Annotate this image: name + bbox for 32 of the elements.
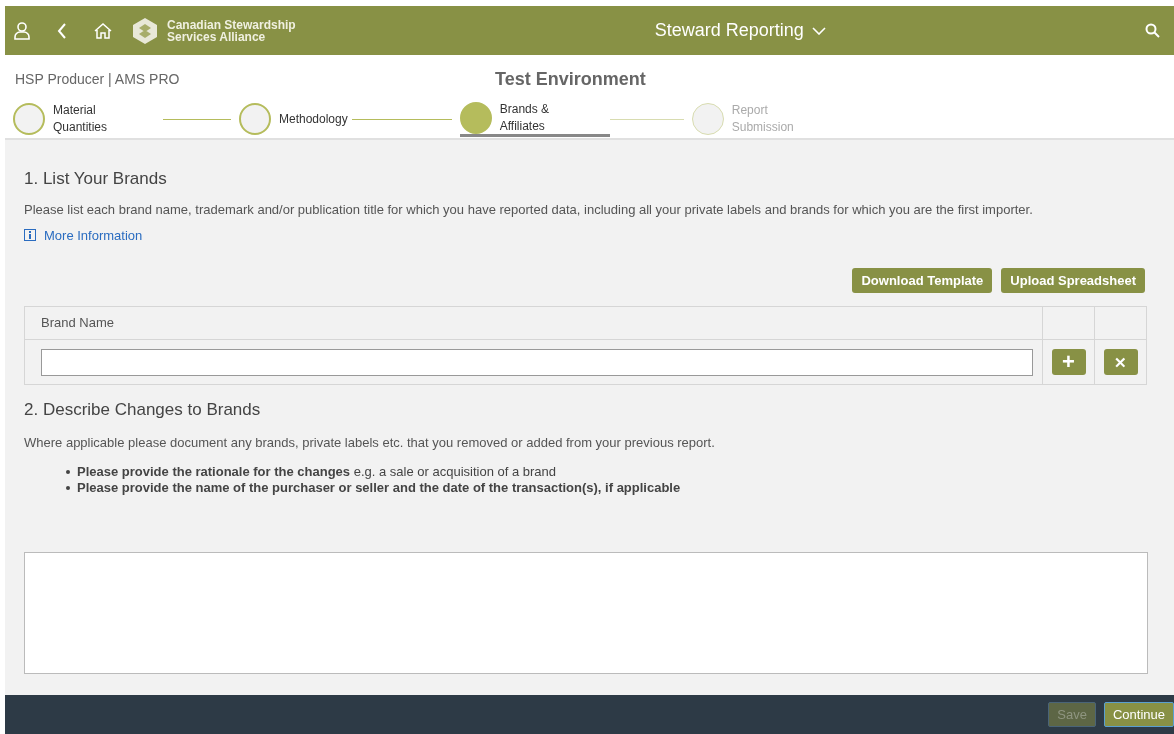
app-title-dropdown[interactable]: Steward Reporting [654,17,826,44]
section-description: Where applicable please document any brands, private labels etc. that you removed or added from your previous report. [24,433,716,452]
logo-icon [131,16,159,45]
info-icon [24,229,36,242]
spreadsheet-button[interactable]: Download Template [852,268,993,293]
spreadsheet-button[interactable]: Upload Spreadsheet [1001,268,1145,293]
logo-text: Canadian Stewardship [167,18,296,31]
brand-name-input[interactable] [41,348,1033,376]
account-label: HSP Producer | AMS PRO [15,70,181,89]
column-header: Brand Name [40,314,115,333]
step-tab[interactable]: Methodology [239,101,352,137]
step-tab[interactable]: Report Submission [691,101,798,137]
step-tab[interactable]: Material Quantities [13,101,163,137]
search-icon[interactable] [1145,23,1160,38]
user-icon[interactable] [14,21,30,40]
section-heading: 1. List Your Brands [24,168,168,190]
section-description: Please list each brand name, trademark and/or publication title for which you have reported data, including all your private labels and brands for which you are the first importer. [24,201,1034,217]
bullet-icon [66,470,70,474]
footer-button[interactable]: Continue [1103,702,1174,727]
bullet-icon [66,486,70,490]
home-icon[interactable] [94,22,112,39]
bullet-item: Please provide the rationale for the changes e.g. a sale or acquisition of a brand [77,464,557,480]
add-row-button[interactable]: + [1051,349,1086,375]
section-heading: 2. Describe Changes to Brands [24,399,262,421]
chevron-down-icon [811,26,826,35]
back-icon[interactable] [57,22,67,39]
step-tab[interactable]: Brands & Affiliates [459,101,610,137]
bullet-item: Please provide the name of the purchaser or seller and the date of the transaction(s), if applicable [77,480,681,496]
environment-title: Test Environment [495,68,646,91]
remove-row-button[interactable]: ✕ [1103,349,1138,375]
logo-text: Services Alliance [167,30,266,43]
more-information-link[interactable]: More Information [24,225,143,245]
